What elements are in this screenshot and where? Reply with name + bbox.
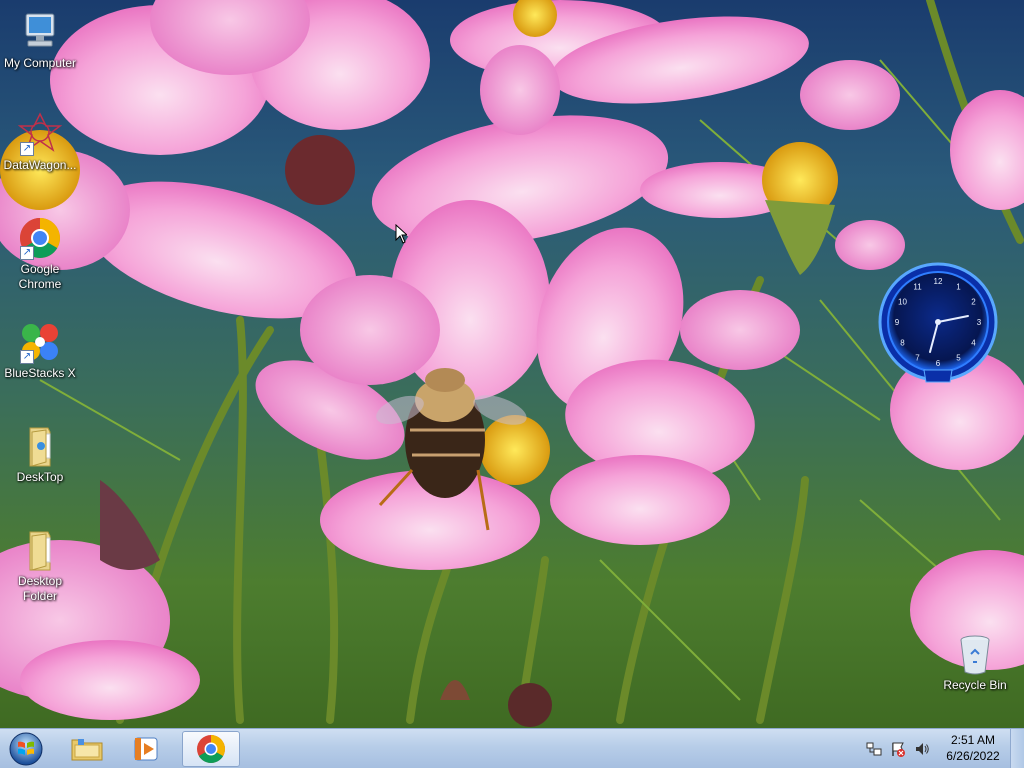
network-icon[interactable] [866, 741, 882, 757]
desktop-icon-label: Recycle Bin [943, 678, 1007, 692]
clock-numeral: 1 [956, 283, 961, 292]
desktop-icon-label: DeskTop [16, 470, 64, 484]
clock-numeral: 8 [900, 339, 905, 348]
desktop-icon-google-chrome[interactable]: ↗ Google Chrome [0, 216, 80, 292]
show-desktop-button[interactable] [1010, 729, 1024, 768]
clock-numeral: 3 [977, 318, 982, 327]
desktop-icon-label: DataWagon... [3, 158, 77, 172]
clock-numeral: 9 [895, 318, 900, 327]
bluestacks-icon: ↗ [18, 320, 62, 364]
taskbar-date: 6/26/2022 [946, 749, 1000, 763]
clock-numeral: 11 [913, 283, 922, 292]
shortcut-arrow-icon: ↗ [20, 350, 34, 364]
folder-icon [71, 739, 103, 761]
windows-start-icon [9, 732, 43, 766]
desktop-icon-recycle-bin[interactable]: Recycle Bin [935, 632, 1015, 693]
desktop-icon-label: My Computer [3, 56, 77, 70]
start-button[interactable] [6, 731, 46, 767]
wallpaper-image [0, 0, 1024, 727]
taskbar-explorer-button[interactable] [60, 731, 114, 767]
folder-icon [18, 424, 62, 468]
desktop-icon-label: Google Chrome [18, 262, 62, 291]
clock-numeral: 7 [915, 354, 920, 363]
mouse-cursor [395, 224, 407, 244]
clock-numeral: 12 [934, 277, 943, 286]
clock-numeral: 2 [971, 298, 976, 307]
clock-gadget[interactable]: 121234567891011 [876, 260, 1000, 384]
chrome-icon: ↗ [18, 216, 62, 260]
clock-numeral: 4 [971, 339, 976, 348]
system-tray [862, 729, 952, 768]
desktop-icon-bluestacks-x[interactable]: ↗ BlueStacks X [0, 320, 80, 381]
chrome-icon [197, 735, 225, 763]
recycle-bin-icon [953, 632, 997, 676]
shortcut-arrow-icon: ↗ [20, 142, 34, 156]
taskbar-chrome-button[interactable] [182, 731, 240, 767]
desktop-icon-desktop-folder[interactable]: Desktop Folder [0, 528, 80, 604]
desktop-icon-label: BlueStacks X [4, 366, 76, 380]
desktop-icon-label: Desktop Folder [17, 574, 63, 603]
taskbar-media-player-button[interactable] [120, 731, 174, 767]
clock-numeral: 6 [936, 359, 941, 368]
datawagon-icon: ↗ [17, 112, 63, 156]
desktop-icon-datawagon[interactable]: ↗ DataWagon... [0, 112, 80, 173]
taskbar-time: 2:51 AM [950, 733, 996, 747]
clock-numeral: 10 [898, 298, 907, 307]
taskbar-clock[interactable]: 2:51 AM 6/26/2022 [946, 732, 1000, 764]
taskbar: 2:51 AM 6/26/2022 [0, 728, 1024, 768]
folder-icon [18, 528, 62, 572]
shortcut-arrow-icon: ↗ [20, 246, 34, 260]
desktop-icon-my-computer[interactable]: My Computer [0, 10, 80, 71]
flag-icon[interactable] [890, 741, 906, 757]
clock-numeral: 5 [956, 354, 961, 363]
desktop[interactable]: My Computer ↗ DataWagon... ↗ Google Chro… [0, 0, 1024, 728]
volume-icon[interactable] [914, 741, 930, 757]
desktop-icon-desktop[interactable]: DeskTop [0, 424, 80, 485]
media-player-icon [134, 737, 158, 761]
computer-icon [18, 10, 62, 54]
